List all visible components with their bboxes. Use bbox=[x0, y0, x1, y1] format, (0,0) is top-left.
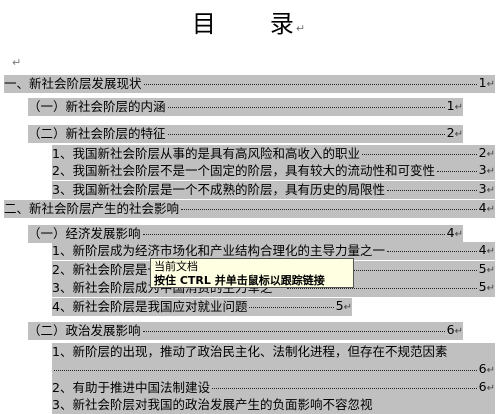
toc-leader-dots bbox=[386, 181, 477, 191]
toc-entry-text: 1、新阶层的出现，推动了政治民主化、法制化进程，但存在不规范因素 bbox=[52, 344, 448, 359]
toc-page-number: 2↵ bbox=[479, 145, 495, 163]
toc-entry[interactable]: 1、新阶层的出现，推动了政治民主化、法制化进程，但存在不规范因素 bbox=[52, 343, 495, 361]
page-title: 目 录↵ bbox=[0, 4, 499, 39]
paragraph-mark: ↵ bbox=[486, 149, 495, 160]
toc-entry[interactable]: （二）新社会阶层的特征 2↵ bbox=[28, 125, 463, 143]
paragraph-mark: ↵ bbox=[486, 166, 495, 177]
toc-page-number: 6↵ bbox=[447, 322, 463, 340]
toc-page-number-text: 5 bbox=[478, 279, 487, 294]
toc-leader-dots bbox=[436, 162, 477, 172]
toc-entry[interactable]: （一）经济发展影响 4↵ bbox=[28, 225, 463, 243]
paragraph-mark: ↵ bbox=[486, 383, 495, 394]
toc-entry-text: 4、新社会阶层是我国应对就业问题 bbox=[52, 299, 248, 314]
paragraph-mark: ↵ bbox=[486, 204, 495, 215]
toc-page-number-text: 5 bbox=[478, 261, 487, 276]
toc-entry[interactable]: 一、新社会阶层发展现状 1↵ bbox=[4, 75, 495, 93]
toc-leader-dots bbox=[361, 145, 477, 155]
toc-entry-text: 二、新社会阶层产生的社会影响 bbox=[4, 201, 180, 216]
toc-leader-dots bbox=[142, 225, 445, 235]
toc-leader-dots bbox=[167, 98, 445, 108]
toc-page-number-text: 2 bbox=[478, 145, 487, 160]
title-text: 目 录 bbox=[191, 10, 296, 38]
toc-leader-dots bbox=[211, 379, 477, 389]
paragraph-mark: ↵ bbox=[486, 283, 495, 294]
toc-entry-text: 3、新社会阶层对我国的政治发展产生的负面影响不容忽视 bbox=[52, 397, 373, 412]
toc-entry[interactable]: 4、新社会阶层是我国应对就业问题 5↵ bbox=[52, 298, 352, 316]
toc-entry[interactable]: 3、我国新社会阶层是一个不成熟的阶层，具有历史的局限性 3↵ bbox=[52, 181, 495, 199]
toc-entry[interactable]: （二）政治发展影响 6↵ bbox=[28, 322, 463, 340]
toc-page-number: 3↵ bbox=[479, 162, 495, 180]
toc-page-number-text: 4 bbox=[478, 200, 487, 215]
paragraph-mark: ↵ bbox=[454, 229, 463, 240]
paragraph-mark: ↵ bbox=[295, 22, 308, 35]
page-edge bbox=[495, 0, 499, 404]
toc-page-number: 6↵ bbox=[479, 379, 495, 397]
toc-page-number-text: 2 bbox=[446, 125, 455, 140]
toc-leader-dots bbox=[249, 298, 334, 308]
toc-page-number: 1↵ bbox=[447, 98, 463, 116]
toc-entry[interactable]: 2、我国新社会阶层不是一个固定的阶层，具有较大的流动性和可变性 3↵ bbox=[52, 162, 495, 180]
toc-page-number-text: 3 bbox=[478, 162, 487, 177]
toc-entry[interactable]: 6↵ bbox=[52, 361, 495, 379]
toc-page-number-text: 6 bbox=[446, 322, 455, 337]
toc-entry-text: 3、我国新社会阶层是一个不成熟的阶层，具有历史的局限性 bbox=[52, 182, 385, 197]
paragraph-mark: ↵ bbox=[454, 129, 463, 140]
toc-leader-dots bbox=[386, 242, 477, 252]
toc-leader-dots bbox=[142, 322, 445, 332]
toc-page-number: 4↵ bbox=[479, 242, 495, 260]
toc-entry-text: 一、新社会阶层发展现状 bbox=[4, 76, 142, 91]
paragraph-mark: ↵ bbox=[486, 246, 495, 257]
toc-page-number-text: 6 bbox=[478, 361, 487, 376]
toc-page-number: 6↵ bbox=[479, 361, 495, 379]
link-tooltip: 当前文档 按住 CTRL 并单击鼠标以跟踪链接 bbox=[150, 258, 354, 288]
toc-entry-text: 2、我国新社会阶层不是一个固定的阶层，具有较大的流动性和可变性 bbox=[52, 163, 435, 178]
toc-entry-text: （一）新社会阶层的内涵 bbox=[28, 99, 166, 114]
toc-page-number-text: 4 bbox=[446, 225, 455, 240]
toc-page-number-text: 6 bbox=[478, 379, 487, 394]
toc-entry[interactable]: 二、新社会阶层产生的社会影响 4↵ bbox=[4, 200, 495, 218]
paragraph-mark: ↵ bbox=[486, 185, 495, 196]
paragraph-mark: ↵ bbox=[454, 102, 463, 113]
toc-page-number: 5↵ bbox=[479, 279, 495, 297]
empty-paragraph-mark: ↵ bbox=[12, 56, 22, 69]
toc-page-number: 5↵ bbox=[336, 298, 352, 316]
toc-page-number: 5↵ bbox=[479, 261, 495, 279]
toc-entry-text: （二）政治发展影响 bbox=[28, 323, 141, 338]
toc-leader-dots bbox=[143, 75, 477, 85]
toc-page-number-text: 4 bbox=[478, 242, 487, 257]
paragraph-mark: ↵ bbox=[454, 326, 463, 337]
paragraph-mark: ↵ bbox=[486, 365, 495, 376]
toc-leader-dots bbox=[181, 200, 477, 210]
toc-page-number-text: 5 bbox=[335, 298, 344, 313]
toc-entry[interactable]: 2、有助于推进中国法制建设 6↵ bbox=[52, 379, 495, 397]
toc-leader-dots bbox=[167, 125, 445, 135]
toc-entry[interactable]: 1、我国新社会阶层从事的是具有高风险和高收入的职业 2↵ bbox=[52, 145, 495, 163]
toc-entry[interactable]: （一）新社会阶层的内涵 1↵ bbox=[28, 98, 463, 116]
tooltip-title: 当前文档 bbox=[154, 260, 198, 273]
toc-entry-text: 2、有助于推进中国法制建设 bbox=[52, 380, 210, 395]
toc-page-number: 4↵ bbox=[447, 225, 463, 243]
toc-entry-text: （一）经济发展影响 bbox=[28, 226, 141, 241]
tooltip-hint: 按住 CTRL 并单击鼠标以跟踪链接 bbox=[154, 274, 325, 287]
toc-page-number-text: 1 bbox=[446, 98, 455, 113]
toc-entry[interactable]: 3、新社会阶层对我国的政治发展产生的负面影响不容忽视 bbox=[52, 396, 495, 414]
toc-page-number-text: 1 bbox=[478, 75, 487, 90]
paragraph-mark: ↵ bbox=[343, 302, 352, 313]
toc-page-number: 4↵ bbox=[479, 200, 495, 218]
toc-entry-text: （二）新社会阶层的特征 bbox=[28, 126, 166, 141]
toc-entry-text: 1、我国新社会阶层从事的是具有高风险和高收入的职业 bbox=[52, 146, 360, 161]
toc-page-number: 2↵ bbox=[447, 125, 463, 143]
toc-page-number: 1↵ bbox=[479, 75, 495, 93]
paragraph-mark: ↵ bbox=[486, 79, 495, 90]
toc-page-number-text: 3 bbox=[478, 181, 487, 196]
paragraph-mark: ↵ bbox=[486, 265, 495, 276]
toc-page-number: 3↵ bbox=[479, 181, 495, 199]
toc-leader-dots bbox=[54, 361, 477, 371]
